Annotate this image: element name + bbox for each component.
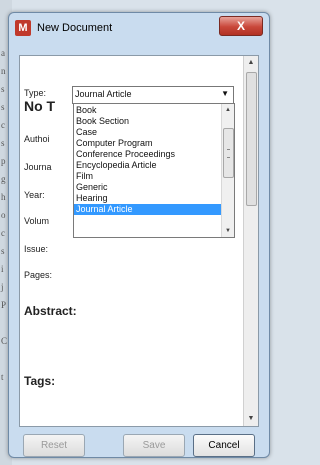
background-text: s — [1, 102, 5, 112]
dropdown-option[interactable]: Hearing — [74, 193, 221, 204]
window-title: New Document — [37, 22, 113, 34]
close-icon: X — [236, 19, 245, 33]
background-text: g — [1, 174, 6, 184]
type-select-value: Journal Article — [75, 89, 132, 99]
cancel-button[interactable]: Cancel — [193, 434, 255, 457]
tags-heading: Tags: — [24, 374, 56, 388]
arrow-up-icon[interactable]: ▲ — [222, 104, 234, 116]
dropdown-option[interactable]: Computer Program — [74, 138, 221, 149]
author-label: Authoi — [24, 134, 50, 144]
background-text: o — [1, 210, 6, 220]
dropdown-option[interactable]: Book Section — [74, 116, 221, 127]
save-button[interactable]: Save — [123, 434, 185, 457]
background-text: j — [1, 282, 4, 292]
dropdown-option[interactable]: Journal Article — [74, 204, 221, 215]
background-text: s — [1, 84, 5, 94]
year-label: Year: — [24, 190, 45, 200]
form-scrollbar[interactable]: ▲ ▼ — [243, 56, 258, 426]
background-text: n — [1, 66, 6, 76]
background-text: a — [1, 48, 5, 58]
grip-icon — [227, 149, 230, 158]
pages-label: Pages: — [24, 270, 53, 280]
background-text: c — [1, 120, 5, 130]
issue-label: Issue: — [24, 244, 49, 254]
dropdown-option[interactable]: Conference Proceedings — [74, 149, 221, 160]
scrollbar-thumb[interactable] — [246, 72, 257, 206]
background-text: i — [1, 264, 4, 274]
new-document-dialog: M New Document X Type: Journal Article ▼… — [8, 12, 270, 458]
dropdown-scrollbar[interactable]: ▲ ▼ — [221, 104, 234, 237]
journal-label: Journa — [24, 162, 52, 172]
type-select[interactable]: Journal Article ▼ — [72, 86, 234, 104]
title-field[interactable]: No T — [24, 98, 55, 114]
background-text: t — [1, 372, 4, 382]
reset-button[interactable]: Reset — [23, 434, 85, 457]
volume-label: Volum — [24, 216, 50, 226]
background-text: P — [1, 300, 7, 310]
document-form: Type: Journal Article ▼ No T Authoi Jour… — [19, 55, 259, 427]
close-button[interactable]: X — [219, 16, 263, 36]
dropdown-option[interactable]: Case — [74, 127, 221, 138]
dropdown-option[interactable]: Encyclopedia Article — [74, 160, 221, 171]
dropdown-option[interactable]: Book — [74, 105, 221, 116]
background-text: s — [1, 246, 5, 256]
app-logo-icon: M — [15, 20, 31, 36]
background-text: C — [1, 336, 8, 346]
dropdown-scroll-thumb[interactable] — [223, 128, 234, 178]
type-label: Type: — [24, 88, 47, 98]
arrow-down-icon[interactable]: ▼ — [244, 412, 258, 426]
dropdown-option[interactable]: Film — [74, 171, 221, 182]
background-text: c — [1, 228, 5, 238]
background-text: p — [1, 156, 6, 166]
background-text: s — [1, 138, 5, 148]
abstract-heading: Abstract: — [24, 304, 77, 318]
dropdown-option[interactable]: Generic — [74, 182, 221, 193]
title-bar[interactable]: M New Document X — [9, 13, 269, 43]
type-dropdown-list[interactable]: Book Book Section Case Computer Program Conf… — [73, 103, 235, 238]
background-text: h — [1, 192, 6, 202]
dropdown-options: Book Book Section Case Computer Program Conf… — [74, 105, 221, 215]
arrow-down-icon[interactable]: ▼ — [222, 225, 234, 237]
chevron-down-icon[interactable]: ▼ — [221, 89, 229, 98]
arrow-up-icon[interactable]: ▲ — [244, 56, 258, 70]
